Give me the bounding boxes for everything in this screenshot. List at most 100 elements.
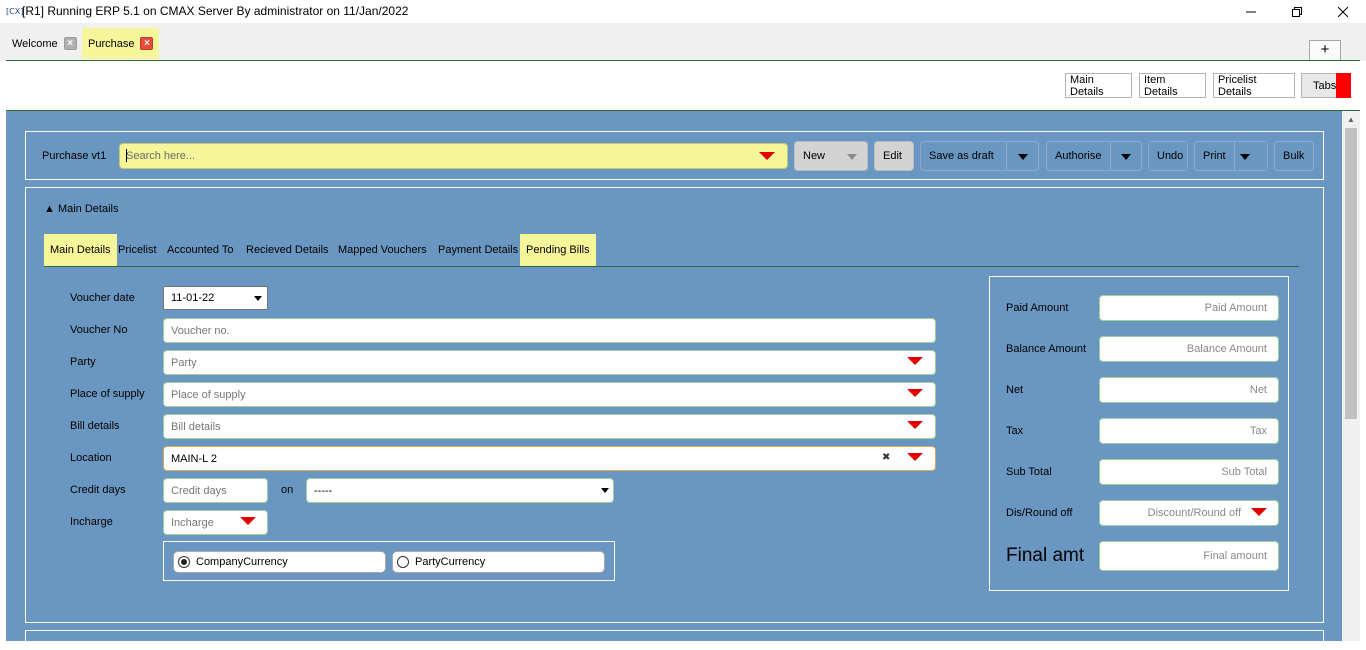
- doc-tab-welcome[interactable]: Welcome ×: [6, 28, 83, 59]
- place-of-supply-select[interactable]: Place of supply: [163, 382, 936, 407]
- net-input[interactable]: Net: [1099, 377, 1279, 403]
- company-currency-radio[interactable]: CompanyCurrency: [173, 551, 386, 573]
- voucher-date-picker[interactable]: 11-01-22: [163, 286, 268, 310]
- subtab-mapped-vouchers[interactable]: Mapped Vouchers: [332, 234, 433, 266]
- authorise-button[interactable]: Authorise: [1046, 141, 1142, 171]
- next-section-group: [25, 630, 1324, 650]
- tax-label: Tax: [1006, 425, 1024, 437]
- minimize-button[interactable]: [1228, 0, 1274, 23]
- radio-checked-icon: [178, 556, 190, 568]
- party-select[interactable]: Party: [163, 350, 936, 375]
- party-currency-label: PartyCurrency: [415, 556, 486, 568]
- paid-amount-label: Paid Amount: [1006, 302, 1069, 314]
- party-currency-radio[interactable]: PartyCurrency: [392, 551, 605, 573]
- balance-amount-placeholder: Balance Amount: [1186, 343, 1267, 355]
- incharge-label: Incharge: [70, 516, 113, 528]
- net-placeholder: Net: [1249, 384, 1267, 396]
- doc-tab-purchase[interactable]: Purchase ×: [82, 28, 160, 59]
- search-placeholder: Search here...: [126, 150, 196, 162]
- voucher-date-value: 11-01-22: [171, 292, 215, 304]
- main-details-button[interactable]: Main Details: [1065, 73, 1132, 98]
- search-input[interactable]: Search here...: [119, 143, 788, 169]
- voucher-type-label: Purchase vt1: [42, 150, 107, 162]
- party-placeholder: Party: [171, 356, 197, 369]
- location-dropdown-icon[interactable]: [907, 453, 923, 461]
- radio-unchecked-icon: [397, 556, 409, 568]
- chevron-down-icon[interactable]: [1240, 154, 1250, 160]
- subtab-pending-bills[interactable]: Pending Bills: [520, 234, 596, 266]
- print-button[interactable]: Print: [1194, 141, 1268, 171]
- balance-amount-input[interactable]: Balance Amount: [1099, 336, 1279, 362]
- credit-days-input[interactable]: Credit days: [163, 478, 268, 503]
- tabs-marker: [1336, 73, 1351, 98]
- place-of-supply-dropdown-icon[interactable]: [907, 389, 923, 397]
- location-value: MAIN-L 2: [171, 452, 218, 465]
- text-cursor: [126, 149, 127, 162]
- split-divider: [1110, 142, 1111, 170]
- net-label: Net: [1006, 384, 1024, 396]
- place-of-supply-label: Place of supply: [70, 388, 145, 400]
- scrollbar-thumb[interactable]: [1345, 128, 1357, 419]
- final-amt-label: Final amt: [1006, 545, 1085, 566]
- dis-round-off-label: Dis/Round off: [1006, 507, 1073, 519]
- chevron-down-icon[interactable]: [601, 488, 609, 493]
- tax-placeholder: Tax: [1249, 425, 1267, 437]
- paid-amount-input[interactable]: Paid Amount: [1099, 295, 1279, 321]
- new-button-label: New: [803, 150, 826, 162]
- voucher-no-input[interactable]: Voucher no.: [163, 318, 936, 343]
- party-dropdown-icon[interactable]: [907, 357, 923, 365]
- bill-details-placeholder: Bill details: [171, 420, 221, 433]
- tax-input[interactable]: Tax: [1099, 418, 1279, 444]
- undo-button[interactable]: Undo: [1148, 141, 1188, 171]
- edit-button-label: Edit: [883, 150, 902, 162]
- restore-button[interactable]: [1274, 0, 1320, 23]
- chevron-down-icon[interactable]: [1121, 154, 1131, 160]
- new-button[interactable]: New: [794, 141, 868, 171]
- subtab-pricelist[interactable]: Pricelist: [112, 234, 163, 266]
- dis-round-off-dropdown-icon[interactable]: [1251, 508, 1267, 516]
- voucher-no-placeholder: Voucher no.: [171, 324, 230, 337]
- close-tab-icon[interactable]: ×: [140, 37, 154, 50]
- voucher-no-label: Voucher No: [70, 324, 128, 336]
- subtab-main-details[interactable]: Main Details: [44, 234, 117, 266]
- final-amount-input[interactable]: Final amount: [1099, 541, 1279, 571]
- credit-days-on-value: -----: [314, 484, 333, 497]
- party-label: Party: [70, 356, 96, 368]
- doc-tab-label: Welcome: [12, 37, 58, 50]
- authorise-label: Authorise: [1055, 150, 1102, 162]
- edit-button[interactable]: Edit: [874, 141, 914, 171]
- final-amount-placeholder: Final amount: [1203, 550, 1267, 562]
- incharge-placeholder: Incharge: [171, 516, 214, 529]
- split-divider: [1234, 142, 1235, 170]
- main-details-collapse-toggle[interactable]: ▲ Main Details: [44, 203, 118, 215]
- item-details-button[interactable]: Item Details: [1139, 73, 1206, 98]
- subtab-recieved-details[interactable]: Recieved Details: [240, 234, 335, 266]
- clear-icon[interactable]: ✖: [882, 452, 890, 463]
- chevron-down-icon[interactable]: [1018, 154, 1028, 160]
- subtab-payment-details[interactable]: Payment Details: [432, 234, 524, 266]
- pricelist-details-button[interactable]: Pricelist Details: [1213, 73, 1295, 98]
- bill-details-select[interactable]: Bill details: [163, 414, 936, 439]
- app-icon: [CX]: [6, 7, 24, 16]
- close-tab-icon[interactable]: ×: [63, 37, 77, 50]
- place-of-supply-placeholder: Place of supply: [171, 388, 246, 401]
- incharge-dropdown-icon[interactable]: [240, 517, 256, 525]
- add-tab-button[interactable]: +: [1309, 40, 1341, 61]
- chevron-down-icon[interactable]: [254, 296, 262, 301]
- balance-amount-label: Balance Amount: [1006, 343, 1087, 355]
- search-dropdown-icon[interactable]: [759, 152, 775, 160]
- doc-tab-label: Purchase: [88, 37, 135, 50]
- credit-days-on-select[interactable]: -----: [306, 478, 614, 503]
- document-tab-strip: [0, 23, 1366, 61]
- bulk-button[interactable]: Bulk: [1274, 141, 1314, 171]
- split-divider: [1006, 142, 1007, 170]
- location-label: Location: [70, 452, 112, 464]
- bill-details-label: Bill details: [70, 420, 120, 432]
- subtab-accounted-to[interactable]: Accounted To: [161, 234, 239, 266]
- close-button[interactable]: [1320, 0, 1366, 23]
- scroll-up-icon[interactable]: ▲: [1342, 112, 1360, 128]
- bill-details-dropdown-icon[interactable]: [907, 421, 923, 429]
- sub-total-input[interactable]: Sub Total: [1099, 459, 1279, 485]
- save-as-draft-button[interactable]: Save as draft: [920, 141, 1039, 171]
- location-select[interactable]: MAIN-L 2: [163, 446, 936, 471]
